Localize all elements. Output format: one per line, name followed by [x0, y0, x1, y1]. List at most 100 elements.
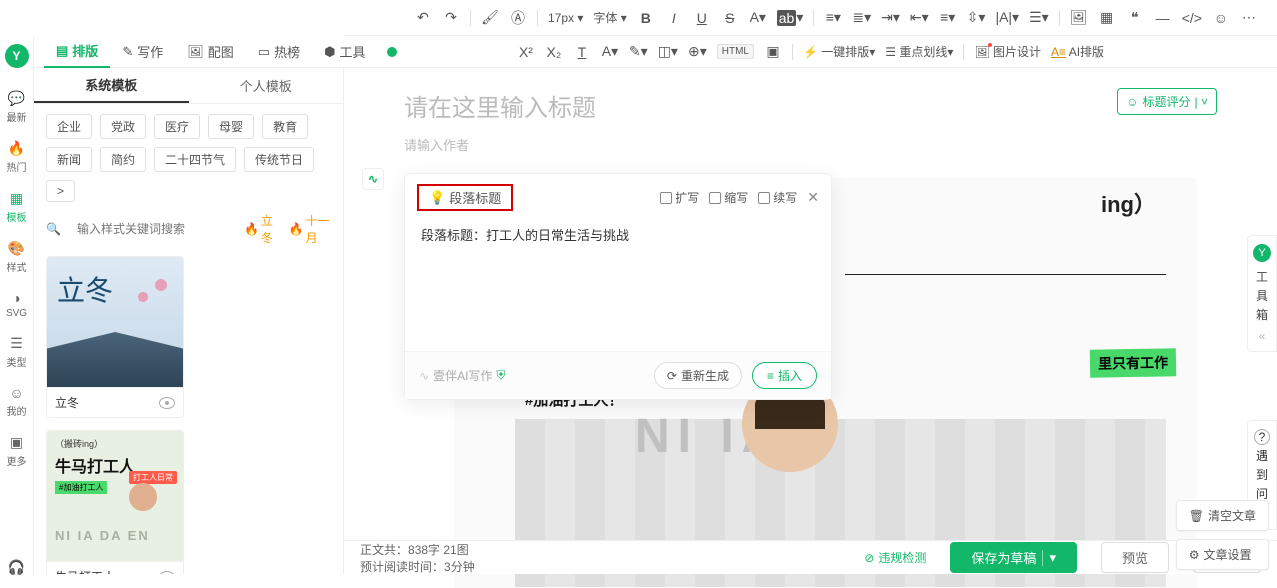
article-settings-label: 文章设置 [1204, 546, 1252, 563]
chart-icon: ▭ [258, 44, 270, 60]
highlight-icon[interactable]: ab▾ [777, 9, 804, 27]
strike-icon[interactable]: S [721, 9, 739, 27]
rail-templates[interactable]: ▦模板 [7, 190, 27, 224]
pic-design-label: 图片设计 [993, 45, 1041, 59]
trending-2[interactable]: 🔥十一月 [289, 212, 331, 246]
ai-popover: 💡 段落标题 扩写 缩写 续写 ✕ 段落标题：打工人的日常生活与挑战 ∿ 壹伴A… [404, 173, 832, 400]
tag-item[interactable]: 教育 [262, 114, 308, 139]
brush-icon[interactable]: ✎▾ [629, 43, 648, 61]
rail-styles[interactable]: 🎨样式 [7, 240, 27, 274]
title-score-button[interactable]: ☺ 标题评分 | ˅ [1117, 88, 1217, 115]
tag-item[interactable]: 新闻 [46, 147, 92, 172]
preview-button[interactable]: 预览 [1101, 542, 1169, 573]
component-icon[interactable]: ▣ [764, 43, 782, 61]
eye-icon[interactable] [159, 571, 175, 575]
author-input[interactable]: 请输入作者 [404, 135, 1217, 154]
insert-image-icon[interactable]: 🖼 [1070, 9, 1088, 27]
code-icon[interactable]: </> [1182, 9, 1202, 27]
font-family-select[interactable]: 字体 ▾ [593, 9, 626, 26]
align-center-icon[interactable]: ≣▾ [852, 9, 871, 27]
app-logo[interactable]: Y [5, 44, 29, 68]
title-input[interactable]: 请在这里输入标题 [404, 88, 1217, 123]
indent-icon[interactable]: ⇥▾ [881, 9, 900, 27]
template-card[interactable]: （搬砖ing） 牛马打工人 #加油打工人 打工人日常 NI IA DA EN 牛… [46, 430, 184, 574]
spacing-icon[interactable]: ⇳▾ [967, 9, 986, 27]
svg-icon: ◑ [12, 290, 20, 306]
align-left-icon[interactable]: ≡▾ [824, 9, 842, 27]
mode-rank[interactable]: ▭热榜 [246, 36, 312, 68]
palette-icon: 🎨 [8, 240, 25, 257]
rail-svg[interactable]: ◑SVG [6, 290, 27, 319]
close-icon[interactable]: ✕ [807, 189, 819, 206]
mode-image[interactable]: 🖼配图 [175, 36, 246, 68]
clear-format-icon[interactable]: T [573, 43, 591, 61]
right-rail-toolbox[interactable]: Y 工 具 箱 « [1247, 235, 1277, 352]
tag-item[interactable]: 党政 [100, 114, 146, 139]
undo-icon[interactable]: ↶ [414, 9, 432, 27]
tag-item[interactable]: 医疗 [154, 114, 200, 139]
separator [470, 10, 471, 26]
rail-help[interactable]: 🎧 [8, 559, 25, 576]
eye-icon[interactable] [159, 397, 175, 409]
mode-write[interactable]: ✎写作 [110, 36, 175, 68]
regenerate-button[interactable]: ⟳ 重新生成 [654, 362, 742, 389]
underline-icon[interactable]: U [693, 9, 711, 27]
tag-item[interactable]: 二十四节气 [154, 147, 236, 172]
redo-icon[interactable]: ↷ [442, 9, 460, 27]
tab-system-templates[interactable]: 系统模板 [34, 68, 189, 103]
font-size-value: 17px [548, 11, 574, 25]
article-green-tag: 里只有工作 [1090, 348, 1176, 377]
hr-icon[interactable]: — [1154, 9, 1172, 27]
tag-item[interactable]: 母婴 [208, 114, 254, 139]
rail-more[interactable]: ▣更多 [7, 434, 27, 468]
paint-icon[interactable]: 🖌 [481, 9, 499, 27]
bold-icon[interactable]: B [637, 9, 655, 27]
bg-color-icon[interactable]: A▾ [601, 43, 619, 61]
line-height-icon[interactable]: ≡▾ [939, 9, 957, 27]
tag-item[interactable]: 传统节日 [244, 147, 314, 172]
user-icon: ☺ [9, 385, 23, 401]
superscript-icon[interactable]: X² [517, 43, 535, 61]
tab-personal-templates[interactable]: 个人模板 [189, 68, 344, 103]
rail-mine[interactable]: ☺我的 [7, 385, 27, 418]
save-draft-button[interactable]: 保存为草稿 ▾ [950, 542, 1077, 573]
tag-more[interactable]: > [46, 180, 75, 202]
text-color-icon[interactable]: A▾ [749, 9, 767, 27]
char-spacing-icon[interactable]: |A|▾ [995, 9, 1019, 27]
one-click-layout[interactable]: ⚡ 一键排版▾ [803, 43, 875, 60]
outdent-icon[interactable]: ⇤▾ [910, 9, 929, 27]
rail-latest[interactable]: 💬最新 [7, 90, 27, 124]
format-icon[interactable]: Ⓐ [509, 9, 527, 27]
rail-hot[interactable]: 🔥热门 [7, 140, 27, 174]
link-icon[interactable]: ⊕▾ [688, 43, 707, 61]
tag-item[interactable]: 简约 [100, 147, 146, 172]
ai-side-badge[interactable]: ∿ [362, 168, 384, 190]
violation-check[interactable]: ⊘ 违规检测 [864, 549, 926, 566]
table-icon[interactable]: ▦ [1098, 9, 1116, 27]
more-icon[interactable]: ⋯ [1240, 9, 1258, 27]
template-card[interactable]: 立冬 立冬 [46, 256, 184, 418]
mode-layout[interactable]: ▤排版 [44, 36, 110, 68]
emoji-icon[interactable]: ☺ [1212, 9, 1230, 27]
font-size-select[interactable]: 17px ▾ [548, 11, 583, 25]
rail-type[interactable]: ☰类型 [7, 335, 27, 369]
article-settings-button[interactable]: ⚙ 文章设置 [1176, 539, 1269, 570]
template-search-input[interactable] [73, 222, 232, 236]
italic-icon[interactable]: I [665, 9, 683, 27]
clear-article-button[interactable]: 🗑 清空文章 [1176, 500, 1269, 531]
list-icon[interactable]: ☰▾ [1029, 9, 1049, 27]
subscript-icon[interactable]: X₂ [545, 43, 563, 61]
key-lines[interactable]: ☰ 重点划线▾ [885, 43, 953, 60]
action-continue[interactable]: 续写 [758, 189, 797, 206]
action-shrink[interactable]: 缩写 [709, 189, 748, 206]
shape-icon[interactable]: ◫▾ [658, 43, 678, 61]
quote-icon[interactable]: ❝ [1126, 9, 1144, 27]
pic-design[interactable]: 🖼 图片设计 [974, 43, 1041, 60]
insert-button[interactable]: ≡ 插入 [752, 362, 817, 389]
tag-item[interactable]: 企业 [46, 114, 92, 139]
trending-1[interactable]: 🔥立冬 [244, 212, 277, 246]
action-expand[interactable]: 扩写 [660, 189, 699, 206]
ai-layout[interactable]: A≡ AI排版 [1051, 43, 1104, 60]
save-draft-label: 保存为草稿 [971, 548, 1036, 567]
html-tag-icon[interactable]: HTML [717, 44, 754, 59]
